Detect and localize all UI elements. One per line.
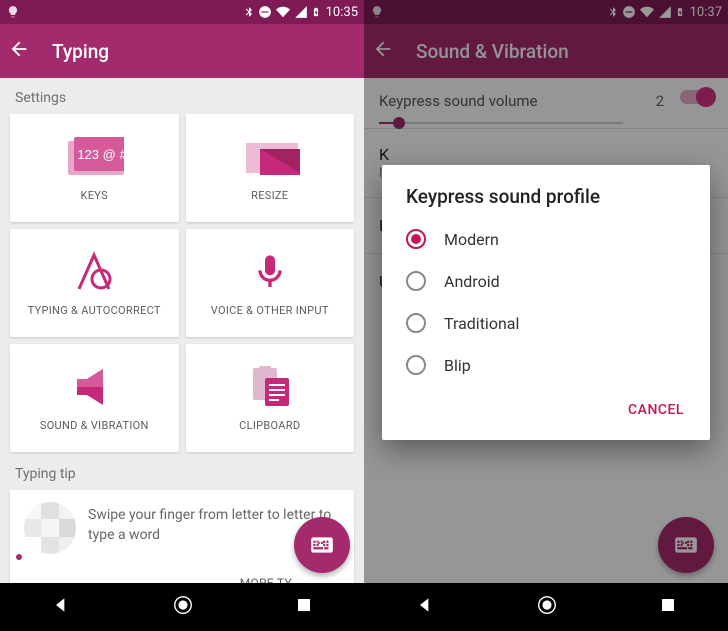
svg-text:123 @ #: 123 @ #: [78, 147, 125, 162]
card-label: VOICE & OTHER INPUT: [207, 304, 333, 317]
card-voice-input[interactable]: VOICE & OTHER INPUT: [186, 229, 355, 337]
nav-recent-icon[interactable]: [659, 596, 677, 618]
card-typing-autocorrect[interactable]: TYPING & AUTOCORRECT: [10, 229, 179, 337]
nav-home-icon[interactable]: [536, 594, 558, 620]
nav-bar: [0, 583, 364, 631]
option-traditional[interactable]: Traditional: [386, 302, 706, 344]
keyboard-fab[interactable]: [294, 517, 350, 573]
tip-section-label: Typing tip: [0, 452, 364, 490]
radio-icon: [406, 313, 426, 333]
option-label: Modern: [444, 230, 499, 249]
card-clipboard[interactable]: CLIPBOARD: [186, 344, 355, 452]
settings-grid: 123 @ # KEYS RESIZE TYPING & AUTOCORRECT: [0, 114, 364, 452]
sound-profile-dialog: Keypress sound profile Modern Android Tr…: [382, 165, 710, 440]
card-label: RESIZE: [247, 189, 292, 202]
card-label: KEYS: [77, 189, 112, 202]
option-modern[interactable]: Modern: [386, 218, 706, 260]
cancel-button[interactable]: CANCEL: [620, 394, 692, 426]
option-android[interactable]: Android: [386, 260, 706, 302]
speaker-icon: [64, 365, 124, 409]
status-clock: 10:35: [326, 5, 358, 20]
card-resize[interactable]: RESIZE: [186, 114, 355, 222]
keys-icon: 123 @ #: [64, 135, 124, 179]
card-label: SOUND & VIBRATION: [36, 419, 153, 432]
card-label: CLIPBOARD: [235, 419, 304, 432]
card-sound-vibration[interactable]: SOUND & VIBRATION: [10, 344, 179, 452]
option-label: Blip: [444, 356, 471, 375]
tip-thumbnail-icon: [24, 502, 76, 554]
radio-icon: [406, 271, 426, 291]
bulb-icon: [6, 5, 20, 19]
option-label: Android: [444, 272, 500, 291]
dialog-title: Keypress sound profile: [386, 185, 706, 218]
card-keys[interactable]: 123 @ # KEYS: [10, 114, 179, 222]
card-label: TYPING & AUTOCORRECT: [24, 304, 165, 317]
battery-icon: [311, 5, 321, 19]
page-title: Typing: [52, 40, 109, 63]
dnd-icon: [258, 5, 272, 19]
nav-back-icon[interactable]: [415, 595, 435, 619]
content-scroll[interactable]: Settings 123 @ # KEYS RESIZE: [0, 78, 364, 583]
trace-dot-icon: [16, 554, 22, 560]
app-bar: Typing: [0, 24, 364, 78]
back-icon[interactable]: [8, 38, 30, 64]
option-blip[interactable]: Blip: [386, 344, 706, 386]
wifi-icon: [275, 5, 291, 19]
mic-icon: [240, 250, 300, 294]
option-label: Traditional: [444, 314, 519, 333]
nav-home-icon[interactable]: [172, 594, 194, 620]
resize-icon: [240, 135, 300, 179]
bluetooth-icon: [243, 5, 255, 19]
status-bar: 10:35: [0, 0, 364, 24]
radio-icon: [406, 355, 426, 375]
settings-section-label: Settings: [0, 78, 364, 114]
nav-bar: [364, 583, 728, 631]
more-tips-button[interactable]: MORE TY: [240, 576, 292, 583]
screenshot-left: 10:35 Typing Settings 123 @ # KEYS: [0, 0, 364, 631]
keyboard-icon: [309, 532, 335, 558]
clipboard-icon: [240, 365, 300, 409]
nav-back-icon[interactable]: [51, 595, 71, 619]
radio-icon: [406, 229, 426, 249]
screenshot-right: 10:37 Sound & Vibration Keypress sound v…: [364, 0, 728, 631]
signal-icon: [294, 5, 308, 19]
nav-recent-icon[interactable]: [295, 596, 313, 618]
autocorrect-icon: [64, 250, 124, 294]
